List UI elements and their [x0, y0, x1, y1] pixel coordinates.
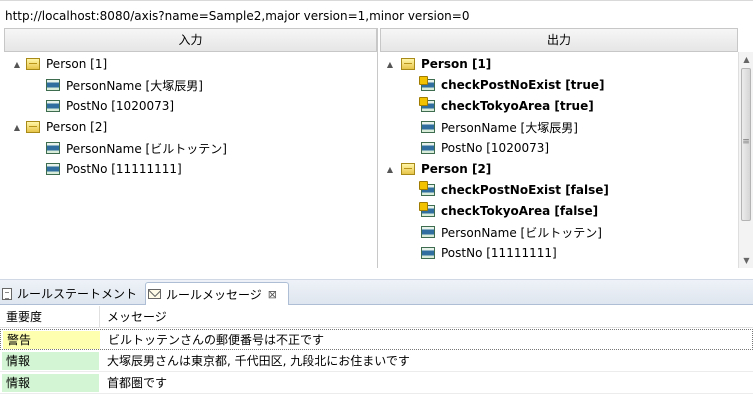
- tree-node-check[interactable]: checkTokyoArea [false]: [419, 201, 599, 221]
- expand-person-2-toggle[interactable]: ▲: [12, 117, 22, 137]
- input-panel: 入力 ▲ Person [1] PersonName [大塚辰男] PostNo…: [4, 28, 378, 268]
- tree-node-label: PersonName [大塚辰男]: [66, 78, 203, 93]
- tree-node-label: PostNo [1020073]: [66, 99, 175, 113]
- severity-cell: 警告: [3, 331, 100, 349]
- tree-node-check[interactable]: checkPostNoExist [true]: [419, 75, 605, 95]
- tab-label: ルールメッセージ: [166, 287, 262, 302]
- table-row[interactable]: 警告 ビルトッテンさんの郵便番号は不正です: [0, 329, 753, 350]
- tree-node-person[interactable]: Person [1]: [401, 54, 491, 74]
- tree-node-label: Person [2]: [421, 162, 492, 176]
- url-display: http://localhost:8080/axis?name=Sample2,…: [0, 0, 753, 28]
- field-icon: [46, 142, 60, 154]
- tree-node-person[interactable]: Person [1]: [26, 54, 107, 74]
- scroll-up-arrow-icon[interactable]: ▲: [739, 52, 753, 67]
- field-icon: [421, 142, 435, 154]
- field-icon: [46, 163, 60, 175]
- message-cell: ビルトッテンさんの郵便番号は不正です: [108, 333, 325, 347]
- document-icon: [2, 287, 12, 300]
- tree-node-label: PostNo [11111111]: [66, 162, 182, 176]
- tree-node-label: checkPostNoExist [true]: [441, 78, 605, 92]
- tree-node-field[interactable]: PersonName [ビルトッテン]: [46, 138, 227, 158]
- close-icon[interactable]: ⊠: [268, 288, 277, 301]
- output-panel-header: 出力: [380, 28, 738, 52]
- object-icon: [26, 58, 40, 70]
- tree-node-field[interactable]: PostNo [11111111]: [421, 243, 557, 263]
- tree-node-label: checkTokyoArea [false]: [441, 204, 599, 218]
- tree-node-check[interactable]: checkTokyoArea [true]: [419, 96, 594, 116]
- tree-node-label: checkPostNoExist [false]: [441, 183, 609, 197]
- severity-cell: 情報: [2, 352, 99, 370]
- mail-icon: [148, 289, 161, 299]
- tree-node-field[interactable]: PersonName [大塚辰男]: [46, 75, 203, 95]
- output-tree: ▲ Person [1] checkPostNoExist [true] che…: [380, 54, 753, 268]
- object-icon: [401, 163, 415, 175]
- tab-label: ルールステートメント: [17, 287, 138, 301]
- field-icon: [421, 226, 435, 238]
- tab-bar: ルールステートメント ルールメッセージ ⊠: [0, 280, 753, 305]
- check-field-icon: [419, 76, 435, 91]
- tree-node-check[interactable]: checkPostNoExist [false]: [419, 180, 609, 200]
- output-scrollbar[interactable]: ▲ ▼: [738, 52, 753, 268]
- tree-node-field[interactable]: PersonName [ビルトッテン]: [421, 222, 602, 242]
- tree-node-label: checkTokyoArea [true]: [441, 99, 594, 113]
- panel-divider[interactable]: [0, 268, 753, 280]
- tree-node-label: PersonName [ビルトッテン]: [66, 141, 227, 156]
- field-icon: [421, 121, 435, 133]
- table-row[interactable]: 情報 大塚辰男さんは東京都, 千代田区, 九段北にお住まいです: [0, 351, 753, 372]
- input-tree: ▲ Person [1] PersonName [大塚辰男] PostNo [1…: [4, 54, 377, 268]
- object-icon: [26, 121, 40, 133]
- tree-node-field[interactable]: PostNo [1020073]: [421, 138, 549, 158]
- severity-cell: 情報: [2, 374, 99, 392]
- field-icon: [421, 247, 435, 259]
- message-table: 重要度 メッセージ 警告 ビルトッテンさんの郵便番号は不正です 情報 大塚辰男さ…: [0, 306, 753, 408]
- check-field-icon: [419, 202, 435, 217]
- object-icon: [401, 58, 415, 70]
- tab-rule-statement[interactable]: ルールステートメント: [0, 282, 144, 305]
- tree-node-field[interactable]: PostNo [11111111]: [46, 159, 182, 179]
- expand-person-1-toggle[interactable]: ▲: [385, 54, 395, 74]
- tree-node-person[interactable]: Person [2]: [26, 117, 107, 137]
- tree-node-person[interactable]: Person [2]: [401, 159, 491, 179]
- expand-person-2-toggle[interactable]: ▲: [385, 159, 395, 179]
- table-row[interactable]: 情報 首都圏です: [0, 373, 753, 394]
- field-icon: [46, 79, 60, 91]
- check-field-icon: [419, 97, 435, 112]
- tree-node-label: PersonName [大塚辰男]: [441, 120, 578, 135]
- tree-node-label: PostNo [11111111]: [441, 246, 557, 260]
- expand-person-1-toggle[interactable]: ▲: [12, 54, 22, 74]
- scroll-down-arrow-icon[interactable]: ▼: [739, 253, 753, 268]
- table-header: 重要度 メッセージ: [0, 306, 753, 328]
- output-panel: 出力 ▲ Person [1] checkPostNoExist [true] …: [380, 28, 753, 268]
- tab-rule-message[interactable]: ルールメッセージ ⊠: [145, 282, 289, 305]
- scrollbar-thumb[interactable]: [741, 68, 751, 221]
- tree-node-field[interactable]: PersonName [大塚辰男]: [421, 117, 578, 137]
- tree-node-label: PersonName [ビルトッテン]: [441, 225, 602, 240]
- check-field-icon: [419, 181, 435, 196]
- message-cell: 首都圏です: [107, 376, 168, 390]
- tree-node-label: Person [1]: [421, 57, 492, 71]
- column-header-message[interactable]: メッセージ: [101, 306, 753, 328]
- input-panel-header: 入力: [4, 28, 377, 52]
- field-icon: [46, 100, 60, 112]
- column-header-severity[interactable]: 重要度: [0, 306, 100, 328]
- tree-node-label: Person [2]: [46, 120, 108, 134]
- tree-node-label: Person [1]: [46, 57, 108, 71]
- tree-node-label: PostNo [1020073]: [441, 141, 550, 155]
- tree-node-field[interactable]: PostNo [1020073]: [46, 96, 174, 116]
- message-cell: 大塚辰男さんは東京都, 千代田区, 九段北にお住まいです: [107, 354, 410, 368]
